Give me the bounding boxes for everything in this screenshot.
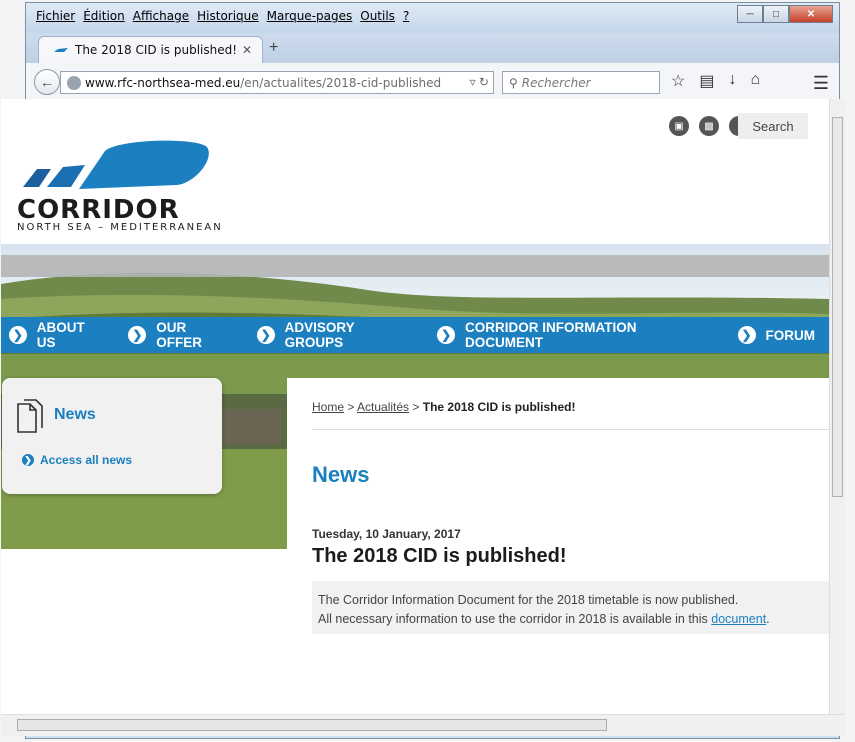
horizontal-scrollbar-thumb[interactable] xyxy=(17,719,607,731)
logo-title: CORRIDOR xyxy=(17,195,180,225)
page-title: News xyxy=(312,462,370,487)
post-body: The Corridor Information Document for th… xyxy=(312,581,829,634)
menu-marque-pages[interactable]: Marque-pages xyxy=(263,9,357,23)
window-controls: ─ □ ✕ xyxy=(737,5,833,23)
url-path: /en/actualites/2018-cid-published xyxy=(240,75,442,90)
navigation-toolbar: ← www.rfc-northsea-med.eu/en/actualites/… xyxy=(26,63,839,102)
reload-icon[interactable]: ▿ ↻ xyxy=(470,75,489,89)
site-search-button[interactable]: Search xyxy=(738,113,808,139)
breadcrumb-separator: > xyxy=(344,400,358,414)
divider xyxy=(312,429,829,430)
vertical-scrollbar[interactable] xyxy=(829,99,845,714)
nav-our-offer[interactable]: ❯ OUR OFFER xyxy=(128,320,234,350)
nav-label: ADVISORY GROUPS xyxy=(284,320,355,350)
new-tab-icon[interactable]: + xyxy=(269,39,278,57)
menu-help[interactable]: ? xyxy=(399,9,413,23)
nav-about-us[interactable]: ❯ ABOUT US xyxy=(9,320,106,350)
tab-strip: The 2018 CID is published! ... ✕ + xyxy=(26,33,839,63)
search-box[interactable]: ⚲ Rechercher xyxy=(502,71,660,94)
post-body-period: . xyxy=(766,612,770,626)
nav-label: OUR OFFER xyxy=(156,320,203,350)
menu-historique[interactable]: Historique xyxy=(193,9,263,23)
chevron-right-icon: ❯ xyxy=(9,326,27,344)
post-title: The 2018 CID is published! xyxy=(312,545,567,567)
home-icon[interactable]: ⌂ xyxy=(750,71,760,91)
favicon-icon xyxy=(54,48,68,52)
document-icon xyxy=(17,399,43,433)
chevron-right-icon: ❯ xyxy=(128,326,147,344)
menu-edition[interactable]: Édition xyxy=(79,9,129,23)
site-utility-icons: ▣ ▩ ↓ xyxy=(669,116,749,136)
toolbar-icons: ☆ ▤ ↓ ⌂ xyxy=(671,71,760,91)
nav-label: FORUM xyxy=(765,327,816,343)
chevron-right-icon: ❯ xyxy=(22,454,34,466)
nav-label: ABOUT US xyxy=(36,320,85,350)
breadcrumb-separator: > xyxy=(409,400,423,414)
banner-gray-band xyxy=(1,255,829,277)
document-link[interactable]: document xyxy=(711,612,766,626)
nav-forum[interactable]: ❯ FORUM xyxy=(737,326,816,344)
chat-icon[interactable]: ▩ xyxy=(699,116,719,136)
vertical-scrollbar-thumb[interactable] xyxy=(832,117,843,497)
back-button[interactable]: ← xyxy=(34,69,60,95)
nav-corridor-information-document[interactable]: ❯ CORRIDOR INFORMATION DOCUMENT xyxy=(437,320,715,350)
main-content: Home > Actualités > The 2018 CID is publ… xyxy=(287,378,829,714)
tab-close-icon[interactable]: ✕ xyxy=(242,43,252,57)
download-icon[interactable]: ↓ xyxy=(728,71,736,91)
web-page: ▣ ▩ ↓ Search CORRIDOR NORTH SEA – MEDITE… xyxy=(1,99,829,714)
chevron-right-icon: ❯ xyxy=(437,326,456,344)
breadcrumb-home-link[interactable]: Home xyxy=(312,400,344,414)
sidebar-title: News xyxy=(54,406,96,423)
breadcrumb: Home > Actualités > The 2018 CID is publ… xyxy=(312,400,575,414)
breadcrumb-actualites-link[interactable]: Actualités xyxy=(357,400,409,414)
menu-bar: Fichier Édition Affichage Historique Mar… xyxy=(32,9,413,23)
monitor-icon[interactable]: ▣ xyxy=(669,116,689,136)
nav-label: CORRIDOR INFORMATION DOCUMENT xyxy=(465,320,637,350)
chevron-right-icon: ❯ xyxy=(256,326,275,344)
post-body-text: All necessary information to use the cor… xyxy=(318,612,712,626)
browser-tab[interactable]: The 2018 CID is published! ... ✕ xyxy=(38,36,263,63)
post-body-line-1: The Corridor Information Document for th… xyxy=(318,593,739,607)
menu-fichier[interactable]: Fichier xyxy=(32,9,79,23)
post-body-line-2: All necessary information to use the cor… xyxy=(318,610,823,629)
horizontal-scrollbar[interactable] xyxy=(1,714,845,736)
address-bar[interactable]: www.rfc-northsea-med.eu/en/actualites/20… xyxy=(60,71,494,94)
tab-title: The 2018 CID is published! ... xyxy=(75,43,242,57)
minimize-button[interactable]: ─ xyxy=(737,5,763,23)
access-all-news-link[interactable]: ❯ Access all news xyxy=(22,453,132,467)
url-text: www.rfc-northsea-med.eu/en/actualites/20… xyxy=(85,76,441,90)
maximize-button[interactable]: □ xyxy=(763,5,789,23)
chevron-right-icon: ❯ xyxy=(737,326,756,344)
post-date: Tuesday, 10 January, 2017 xyxy=(312,527,461,541)
search-placeholder: Rechercher xyxy=(521,75,591,90)
magnifier-icon: ⚲ xyxy=(509,75,518,90)
url-domain: www.rfc-northsea-med.eu xyxy=(85,75,241,90)
nav-advisory-groups[interactable]: ❯ ADVISORY GROUPS xyxy=(256,320,415,350)
news-sidebar-panel: News ❯ Access all news xyxy=(2,378,222,494)
menu-outils[interactable]: Outils xyxy=(356,9,399,23)
reading-list-icon[interactable]: ▤ xyxy=(699,71,714,91)
globe-icon xyxy=(67,75,81,90)
breadcrumb-current: The 2018 CID is published! xyxy=(422,400,576,414)
close-window-button[interactable]: ✕ xyxy=(789,5,833,23)
hamburger-menu-icon[interactable]: ☰ xyxy=(813,73,829,94)
menu-affichage[interactable]: Affichage xyxy=(129,9,193,23)
bookmark-star-icon[interactable]: ☆ xyxy=(671,71,685,91)
main-navigation: ❯ ABOUT US ❯ OUR OFFER ❯ ADVISORY GROUPS ❯ C… xyxy=(1,317,829,353)
title-bar: Fichier Édition Affichage Historique Mar… xyxy=(26,3,839,33)
access-all-news-label: Access all news xyxy=(40,453,133,467)
logo-subtitle: NORTH SEA – MEDITERRANEAN xyxy=(17,222,223,233)
